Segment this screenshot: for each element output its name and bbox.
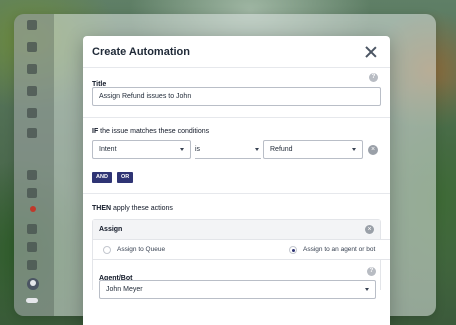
- actions-label: THEN apply these actions: [92, 205, 173, 212]
- reports-icon[interactable]: [27, 86, 37, 96]
- megaphone-icon[interactable]: [27, 188, 37, 198]
- chevron-down-icon: [180, 148, 184, 151]
- close-icon[interactable]: [364, 45, 378, 59]
- condition-operator-value: is: [195, 146, 201, 153]
- or-button[interactable]: OR: [117, 172, 134, 183]
- assign-header: Assign ×: [93, 220, 380, 239]
- chat-icon[interactable]: [27, 20, 37, 30]
- remove-condition-icon[interactable]: ×: [368, 145, 378, 155]
- radio-assign-queue[interactable]: [103, 246, 111, 254]
- assign-label: Assign: [99, 226, 123, 233]
- condition-field-select[interactable]: Intent: [92, 140, 191, 159]
- chevron-down-icon: [352, 148, 356, 151]
- assign-action-card: Assign × Assign to Queue Assign to an ag…: [92, 219, 390, 299]
- help-icon[interactable]: ?: [369, 73, 378, 82]
- and-button[interactable]: AND: [92, 172, 112, 183]
- left-nav-rail: [14, 14, 54, 316]
- condition-operator-select[interactable]: is: [195, 140, 261, 159]
- assign-options: Assign to Queue Assign to an agent or bo…: [93, 239, 390, 260]
- help-icon[interactable]: ?: [367, 267, 376, 276]
- tools-icon[interactable]: [27, 128, 37, 138]
- create-automation-modal: Create Automation Title ? Assign Refund …: [83, 36, 390, 325]
- assign-queue-label[interactable]: Assign to Queue: [117, 246, 165, 253]
- user-avatar[interactable]: [27, 278, 39, 290]
- divider: [83, 193, 390, 194]
- conditions-label: IF the issue matches these conditions: [92, 128, 209, 135]
- radio-assign-agent[interactable]: [289, 246, 297, 254]
- remove-action-icon[interactable]: ×: [365, 225, 374, 234]
- agent-bot-select[interactable]: John Meyer: [99, 280, 376, 299]
- apps-icon[interactable]: [27, 224, 37, 234]
- phone-icon[interactable]: [27, 170, 37, 180]
- chevron-down-icon: [365, 288, 369, 291]
- activity-icon[interactable]: [27, 64, 37, 74]
- title-input[interactable]: Assign Refund issues to John: [92, 87, 381, 106]
- agent-bot-value: John Meyer: [106, 286, 143, 293]
- divider: [83, 117, 390, 118]
- condition-value-select[interactable]: Refund: [263, 140, 363, 159]
- notification-dot: [30, 206, 36, 212]
- conditions-label-text: the issue matches these conditions: [98, 128, 210, 135]
- assign-agent-label[interactable]: Assign to an agent or bot: [303, 246, 375, 253]
- actions-label-text: apply these actions: [111, 205, 173, 212]
- modal-header: Create Automation: [83, 36, 390, 68]
- modal-title: Create Automation: [92, 45, 190, 58]
- settings-icon[interactable]: [27, 108, 37, 118]
- book-icon[interactable]: [27, 242, 37, 252]
- status-toggle[interactable]: [26, 298, 38, 303]
- condition-field-value: Intent: [99, 146, 117, 153]
- then-keyword: THEN: [92, 205, 112, 212]
- chevron-down-icon: [255, 148, 259, 151]
- inbox-icon[interactable]: [27, 42, 37, 52]
- condition-value: Refund: [270, 146, 293, 153]
- help-circle-icon[interactable]: [27, 260, 37, 270]
